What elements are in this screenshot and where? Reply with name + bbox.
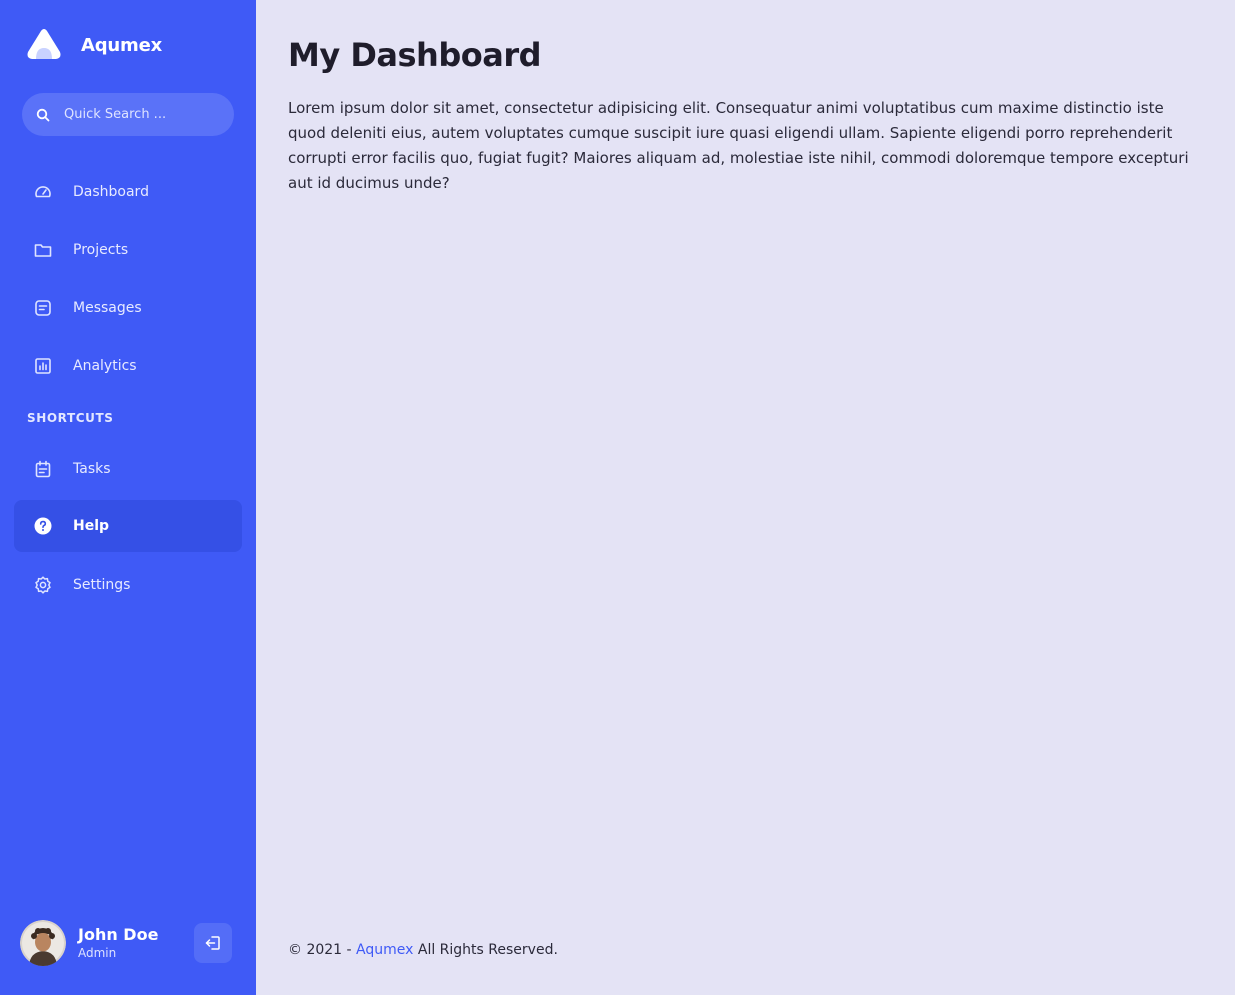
sidebar-item-projects[interactable]: Projects bbox=[14, 224, 242, 276]
folder-icon bbox=[33, 240, 53, 260]
sidebar: Aqumex Dashboard Projects Messages Analy… bbox=[0, 0, 256, 995]
calendar-icon bbox=[33, 459, 53, 479]
logout-icon bbox=[205, 936, 220, 950]
question-circle-icon bbox=[33, 516, 53, 536]
footer-copyright: © 2021 - bbox=[288, 942, 357, 958]
sidebar-item-analytics[interactable]: Analytics bbox=[14, 340, 242, 392]
sidebar-item-label: Settings bbox=[73, 577, 131, 593]
sidebar-item-tasks[interactable]: Tasks bbox=[14, 443, 242, 495]
search-icon bbox=[36, 108, 50, 121]
speedometer-icon bbox=[33, 182, 53, 202]
gear-icon bbox=[33, 575, 53, 595]
sidebar-item-label: Tasks bbox=[73, 461, 111, 477]
sidebar-item-dashboard[interactable]: Dashboard bbox=[14, 166, 242, 218]
logo-icon bbox=[27, 29, 61, 59]
shortcuts-section-title: SHORTCUTS bbox=[27, 411, 114, 425]
user-profile[interactable]: John Doe Admin bbox=[20, 920, 158, 966]
bar-chart-icon bbox=[33, 356, 53, 376]
sidebar-item-label: Analytics bbox=[73, 358, 137, 374]
footer-rights: All Rights Reserved. bbox=[413, 942, 558, 958]
search-input[interactable] bbox=[64, 107, 224, 122]
sidebar-item-messages[interactable]: Messages bbox=[14, 282, 242, 334]
footer-brand-link[interactable]: Aqumex bbox=[356, 942, 413, 958]
sidebar-item-label: Projects bbox=[73, 242, 129, 258]
logout-button[interactable] bbox=[194, 923, 232, 963]
profile-text: John Doe Admin bbox=[78, 925, 158, 961]
brand-name: Aqumex bbox=[81, 34, 163, 56]
brand[interactable]: Aqumex bbox=[26, 28, 162, 62]
sidebar-item-label: Help bbox=[73, 518, 110, 534]
avatar bbox=[20, 920, 66, 966]
profile-role: Admin bbox=[78, 946, 117, 960]
sidebar-item-label: Messages bbox=[73, 300, 142, 316]
intro-paragraph: Lorem ipsum dolor sit amet, consectetur … bbox=[288, 99, 1189, 192]
page-title: My Dashboard bbox=[288, 36, 542, 74]
message-icon bbox=[33, 298, 53, 318]
quick-search[interactable] bbox=[22, 93, 234, 136]
sidebar-item-settings[interactable]: Settings bbox=[14, 559, 242, 611]
sidebar-item-help[interactable]: Help bbox=[14, 500, 242, 552]
footer: © 2021 - Aqumex All Rights Reserved. bbox=[288, 942, 558, 958]
profile-name: John Doe bbox=[78, 925, 159, 944]
sidebar-item-label: Dashboard bbox=[73, 184, 149, 200]
